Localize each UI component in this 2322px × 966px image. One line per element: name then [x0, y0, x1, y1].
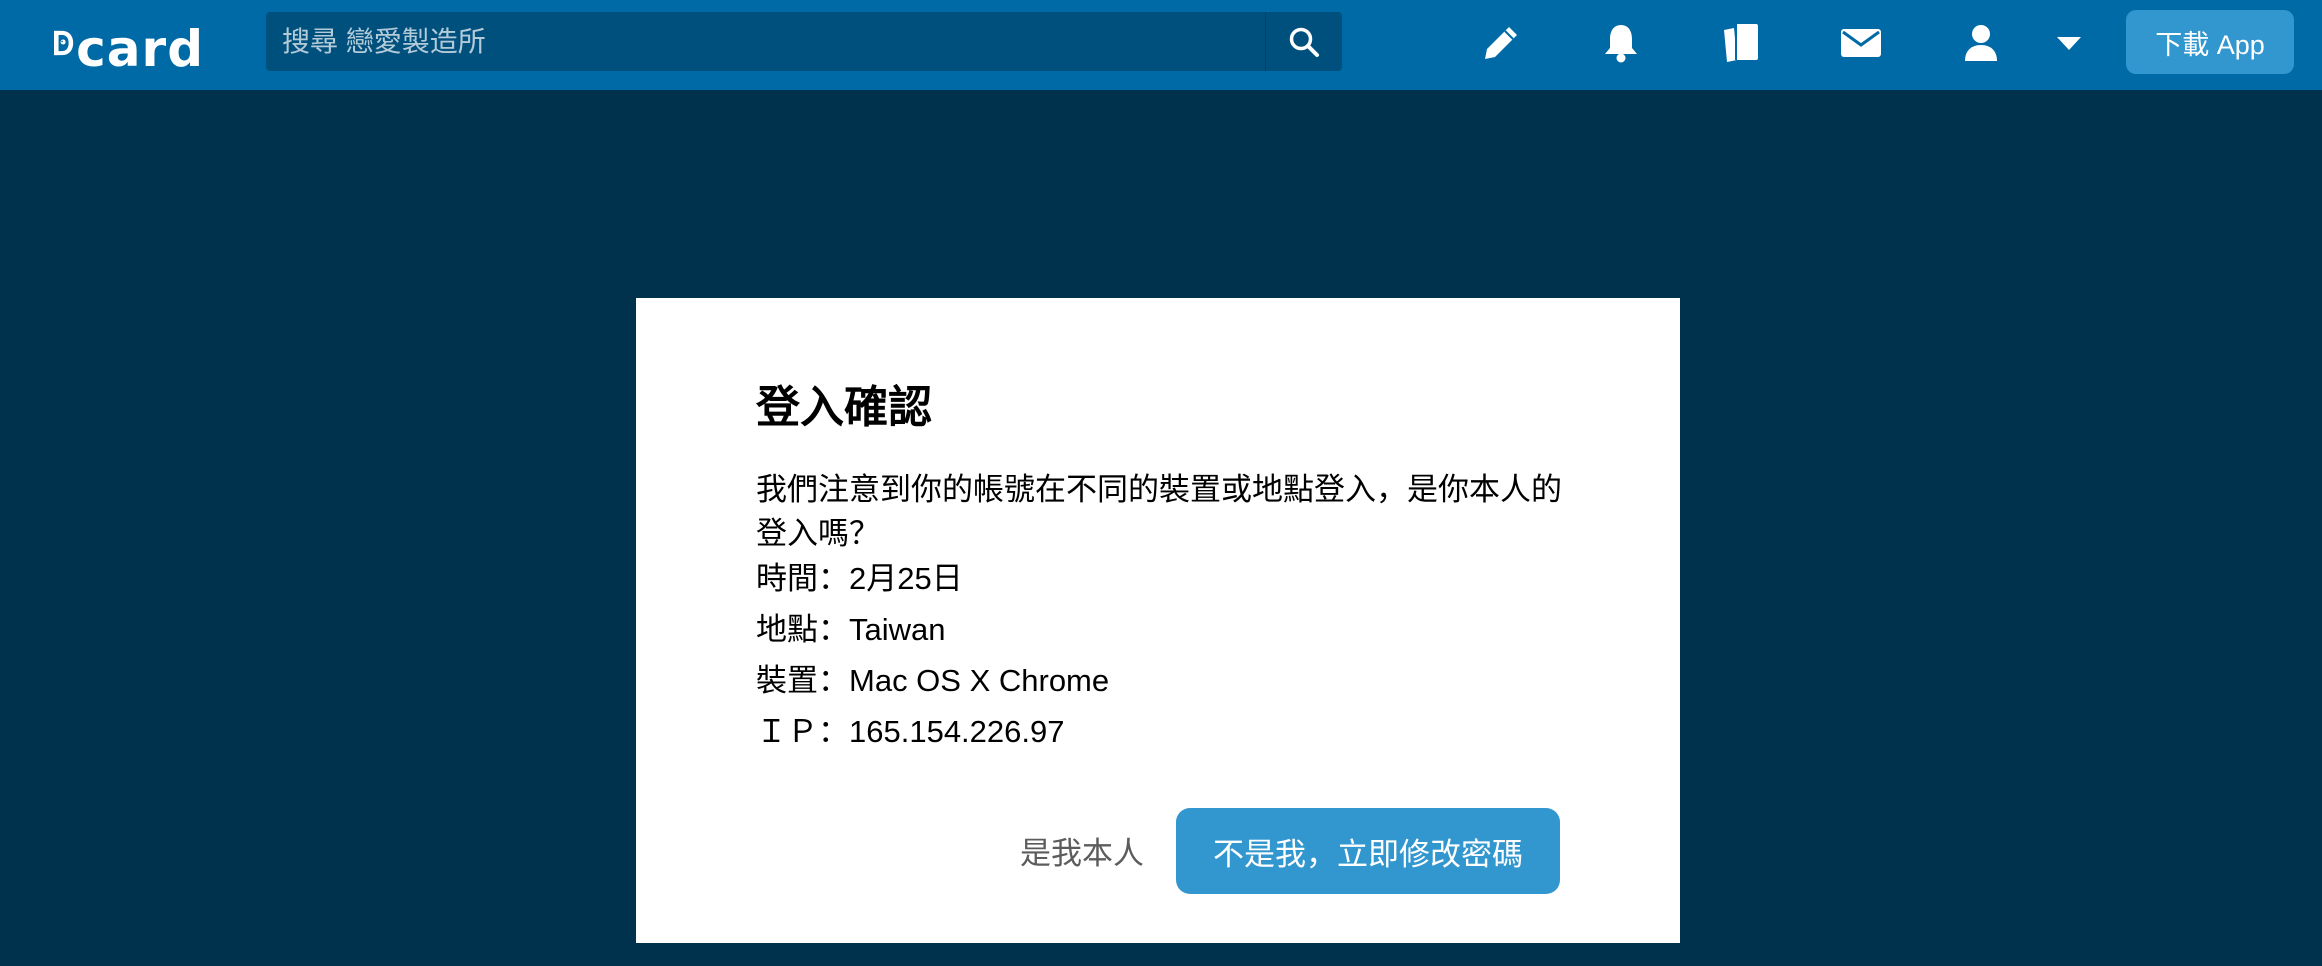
cards-button[interactable] [1716, 18, 1766, 68]
top-navbar: card 搜尋 戀愛製造所 下載 App [0, 0, 2322, 90]
write-post-button[interactable] [1476, 18, 1526, 68]
bell-icon [1605, 25, 1637, 63]
profile-button[interactable] [1956, 18, 2006, 68]
dialog-message: 我們注意到你的帳號在不同的裝置或地點登入，是你本人的登入嗎？ [756, 472, 1562, 551]
dialog-title: 登入確認 [756, 383, 932, 432]
pencil-icon [1485, 27, 1517, 59]
cards-icon [1724, 24, 1758, 62]
search-input[interactable] [266, 12, 1265, 71]
search-bar [266, 12, 1342, 71]
download-app-button[interactable]: 下載 App [2126, 10, 2294, 74]
logo-mark-icon [54, 30, 74, 56]
account-menu-toggle[interactable] [2044, 18, 2094, 68]
login-confirmation-dialog: 登入確認 我們注意到你的帳號在不同的裝置或地點登入，是你本人的登入嗎？ 時間：2… [636, 298, 1680, 943]
user-icon [1965, 25, 1997, 61]
confirm-its-me-button[interactable]: 是我本人 [992, 808, 1172, 892]
caret-down-icon [2057, 37, 2081, 50]
not-me-change-password-button[interactable]: 不是我，立即修改密碼 [1176, 808, 1560, 894]
dcard-logo[interactable]: card [52, 14, 204, 78]
notifications-button[interactable] [1596, 18, 1646, 68]
messages-button[interactable] [1836, 18, 1886, 68]
logo-text: card [76, 20, 204, 78]
login-location: 地點：Taiwan [756, 612, 946, 647]
search-icon [1289, 27, 1319, 57]
login-ip: ＩＰ：165.154.226.97 [756, 714, 1065, 749]
login-time: 時間：2月25日 [756, 561, 963, 596]
login-device: 裝置：Mac OS X Chrome [756, 663, 1110, 698]
mail-icon [1841, 29, 1881, 57]
search-button[interactable] [1265, 12, 1342, 71]
